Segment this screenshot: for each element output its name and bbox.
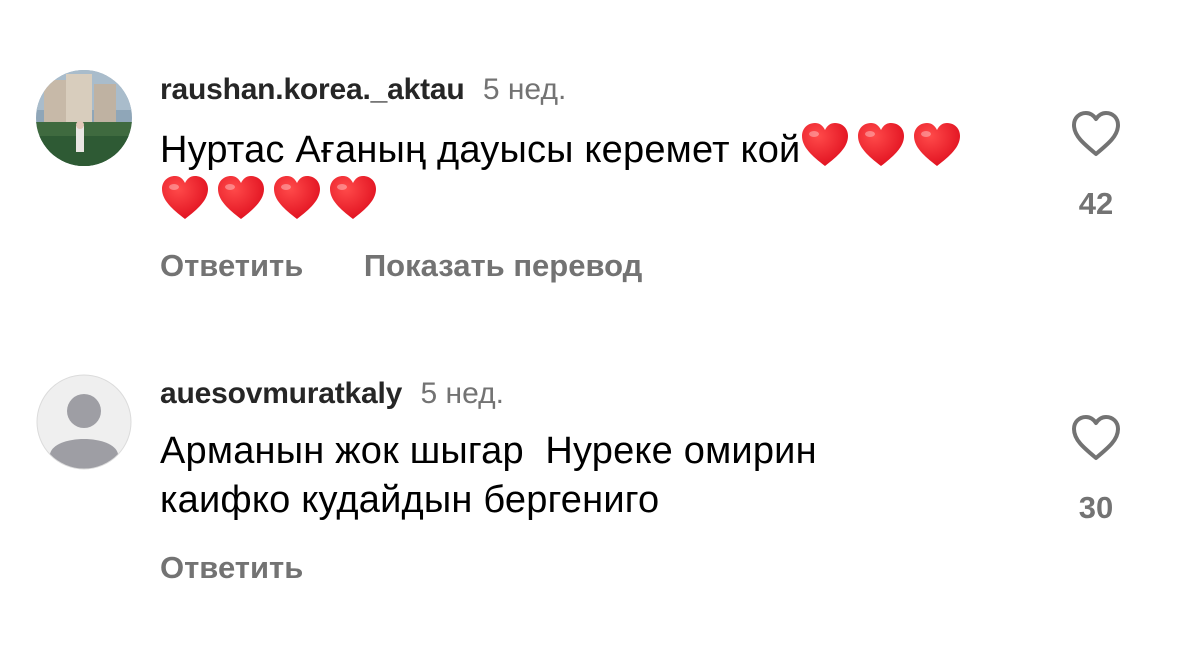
comment-text-content: Нуртас Ағаның дауысы керемет кой [160, 129, 801, 171]
reply-button[interactable]: Ответить [160, 248, 303, 284]
comment-text: Нуртас Ағаның дауысы керемет кой [160, 122, 1020, 228]
comment-text: Арманын жок шыгар Нуреке омирин каифко к… [160, 427, 1020, 525]
like-count: 42 [1078, 186, 1114, 221]
red-heart-emoji-icon [216, 175, 266, 221]
red-heart-emoji-icon [328, 175, 378, 221]
red-heart-emoji-icon [800, 122, 850, 168]
comment-text-line: Арманын жок шыгар Нуреке омирин [160, 430, 817, 472]
comment-1: raushan.korea._aktau 5 нед. Нуртас Ағаны… [0, 0, 1179, 320]
like-count: 30 [1078, 490, 1114, 525]
like-heart-icon[interactable] [1070, 110, 1122, 158]
username-link[interactable]: raushan.korea._aktau [160, 73, 465, 106]
red-heart-emoji-icon [856, 122, 906, 168]
user-avatar[interactable] [36, 374, 132, 470]
show-translation-button[interactable]: Показать перевод [364, 248, 642, 284]
red-heart-emoji-icon [160, 175, 210, 221]
comment-text-line: каифко кудайдын бергениго [160, 479, 660, 521]
like-heart-icon[interactable] [1070, 414, 1122, 462]
comment-meta: auesovmuratkaly 5 нед. [160, 376, 504, 412]
reply-button[interactable]: Ответить [160, 550, 303, 586]
comment-2: auesovmuratkaly 5 нед. Арманын жок шыгар… [0, 320, 1179, 650]
red-heart-emoji-icon [912, 122, 962, 168]
red-heart-emoji-icon [272, 175, 322, 221]
comment-timestamp: 5 нед. [482, 73, 567, 106]
comment-meta: raushan.korea._aktau 5 нед. [160, 72, 566, 108]
username-link[interactable]: auesovmuratkaly [160, 377, 402, 410]
comment-timestamp: 5 нед. [420, 377, 504, 410]
comment-actions: Ответить Показать перевод [160, 248, 694, 284]
comment-actions: Ответить [160, 550, 355, 586]
user-avatar[interactable] [36, 70, 132, 166]
